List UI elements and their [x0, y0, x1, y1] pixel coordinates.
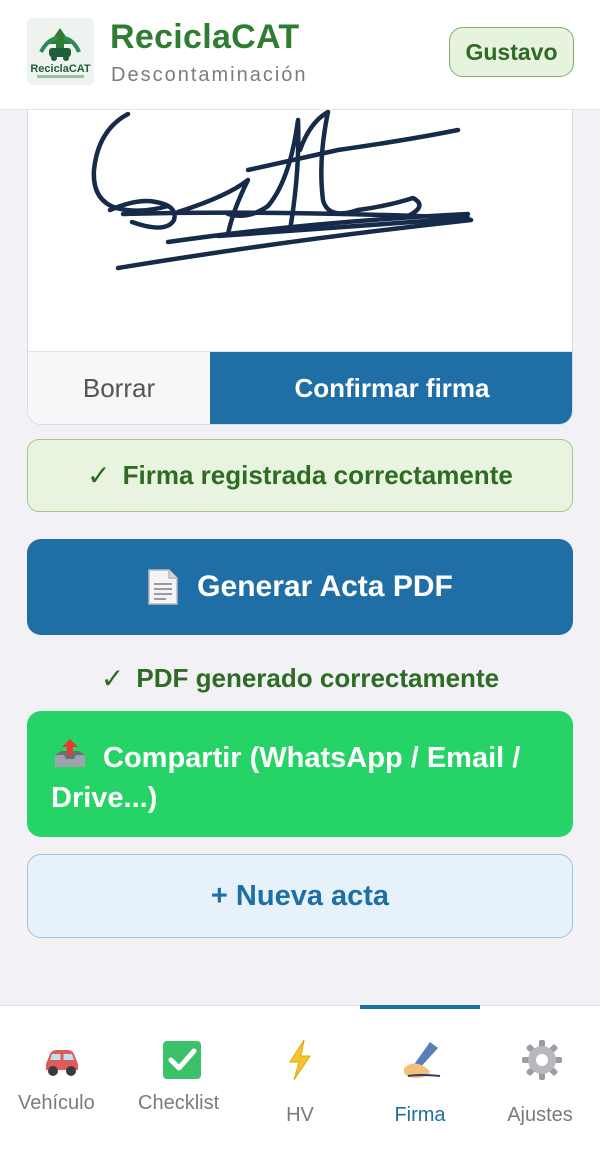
tab-firma[interactable]: Firma — [360, 1006, 480, 1165]
pdf-status-text: PDF generado correctamente — [136, 662, 500, 693]
signature-status-message: ✓ Firma registrada correctamente — [27, 439, 573, 512]
tab-checklist[interactable]: Checklist — [120, 1006, 240, 1165]
tab-ajustes-label: Ajustes — [507, 1104, 573, 1126]
tab-vehiculo[interactable]: Vehículo — [0, 1006, 120, 1165]
document-icon — [147, 568, 179, 606]
share-button[interactable]: Compartir (WhatsApp / Email / Drive...) — [27, 711, 573, 837]
app-title: ReciclaCAT — [110, 18, 300, 56]
pdf-status-message: ✓ PDF generado correctamente — [0, 660, 600, 696]
outbox-tray-icon — [51, 737, 89, 771]
new-act-button[interactable]: + Nueva acta — [27, 854, 573, 938]
svg-text:ReciclaCAT: ReciclaCAT — [30, 63, 91, 75]
tab-firma-label: Firma — [394, 1104, 446, 1126]
share-label: Compartir (WhatsApp / Email / Drive...) — [51, 742, 521, 814]
car-icon — [40, 1038, 80, 1082]
app-subtitle: Descontaminación — [111, 64, 308, 86]
gear-icon — [520, 1038, 562, 1082]
app-logo: ReciclaCAT — [27, 18, 94, 85]
check-icon: ✓ — [87, 460, 111, 491]
generate-pdf-button[interactable]: Generar Acta PDF — [27, 539, 573, 635]
lightning-icon — [280, 1038, 320, 1082]
tab-vehiculo-label: Vehículo — [18, 1092, 95, 1114]
signature-canvas[interactable] — [28, 110, 572, 352]
app-screen: ReciclaCAT ReciclaCAT Descontaminación G… — [0, 0, 600, 1165]
user-badge[interactable]: Gustavo — [449, 27, 574, 77]
tab-hv[interactable]: HV — [240, 1006, 360, 1165]
generate-pdf-label: Generar Acta PDF — [197, 570, 453, 603]
app-header: ReciclaCAT ReciclaCAT Descontaminación G… — [0, 0, 600, 110]
tab-hv-label: HV — [286, 1104, 314, 1126]
tab-ajustes[interactable]: Ajustes — [480, 1006, 600, 1165]
signature-hand-icon — [400, 1038, 441, 1082]
signature-card: Borrar Confirmar firma — [27, 110, 573, 425]
bottom-navigation: Vehículo Checklist HV Firma Ajustes — [0, 1005, 600, 1165]
tab-checklist-label: Checklist — [138, 1092, 220, 1114]
clear-signature-button[interactable]: Borrar — [28, 352, 210, 424]
checkbox-icon — [160, 1038, 201, 1082]
signature-status-text: Firma registrada correctamente — [122, 460, 513, 490]
check-icon: ✓ — [100, 662, 125, 694]
confirm-signature-button[interactable]: Confirmar firma — [210, 352, 572, 424]
